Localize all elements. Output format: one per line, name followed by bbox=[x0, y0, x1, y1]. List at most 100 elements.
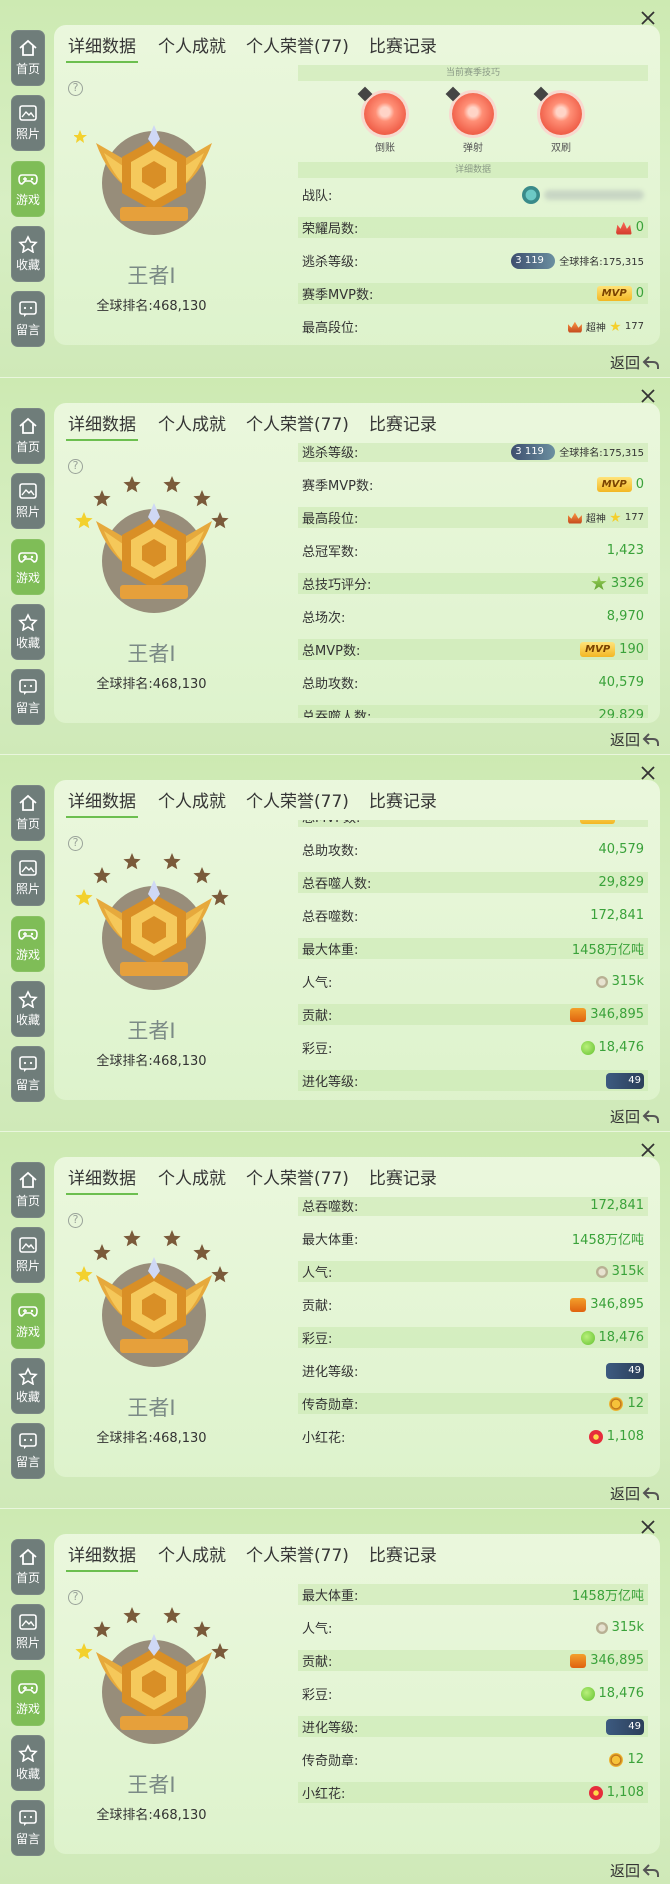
stats-list[interactable]: 逃杀等级: 3 119 全球排名:175,315 赛季MVP数: MVP 0 最高段位: 超神… bbox=[298, 443, 648, 718]
stats-list[interactable]: 最大体重: 1458万亿吨 人气: 315k 贡献: 346,895 彩豆: 18,476 进化… bbox=[298, 1574, 648, 1849]
tab-matches[interactable]: 比赛记录 bbox=[369, 1164, 437, 1195]
stat-row: 总MVP数: MVP190 bbox=[298, 633, 648, 666]
mvp-badge-icon: MVP bbox=[580, 820, 616, 824]
nav-home[interactable]: 首页 bbox=[11, 1539, 45, 1595]
nav-photos[interactable]: 照片 bbox=[11, 95, 45, 152]
row-label: 最大体重: bbox=[302, 943, 359, 958]
tab-honors[interactable]: 个人荣誉(77) bbox=[246, 410, 349, 441]
row-label: 总技巧评分: bbox=[302, 578, 372, 593]
tab-achievements[interactable]: 个人成就 bbox=[158, 1541, 226, 1572]
back-button[interactable]: 返回 bbox=[610, 1860, 660, 1881]
help-icon[interactable]: ? bbox=[68, 836, 83, 851]
nav-photos[interactable]: 照片 bbox=[11, 1604, 45, 1661]
nav-games[interactable]: 游戏 bbox=[11, 1292, 45, 1349]
kill-level: 119 bbox=[524, 254, 544, 266]
skill-item[interactable]: 弹射 bbox=[443, 93, 503, 154]
row-label: 赛季MVP数: bbox=[302, 288, 374, 303]
back-button[interactable]: 返回 bbox=[610, 1106, 660, 1127]
nav-games[interactable]: 游戏 bbox=[11, 1669, 45, 1726]
nav-home[interactable]: 首页 bbox=[11, 30, 45, 86]
tab-detail[interactable]: 详细数据 bbox=[66, 1164, 138, 1195]
row-value: 1458万亿吨 bbox=[572, 1229, 644, 1248]
help-icon[interactable]: ? bbox=[68, 1590, 83, 1605]
back-button[interactable]: 返回 bbox=[610, 352, 660, 373]
row-label: 贡献: bbox=[302, 1009, 333, 1024]
message-icon bbox=[19, 1433, 37, 1449]
tab-bar: 详细数据 个人成就 个人荣誉(77) 比赛记录 bbox=[66, 32, 457, 63]
tab-detail[interactable]: 详细数据 bbox=[66, 1541, 138, 1572]
stat-row: 小红花: 1,108 bbox=[298, 1776, 648, 1809]
stats-list[interactable]: 总吞噬数: 172,841 最大体重: 1458万亿吨 人气: 315k 贡献: 346,89… bbox=[298, 1197, 648, 1472]
nav-photos[interactable]: 照片 bbox=[11, 473, 45, 530]
nav-favorites[interactable]: 收藏 bbox=[11, 603, 45, 660]
bean-value: 18,476 bbox=[598, 1040, 645, 1055]
help-icon[interactable]: ? bbox=[68, 459, 83, 474]
nav-home[interactable]: 首页 bbox=[11, 785, 45, 841]
nav-favorites[interactable]: 收藏 bbox=[11, 1357, 45, 1414]
row-label: 最高段位: bbox=[302, 321, 359, 336]
nav-home[interactable]: 首页 bbox=[11, 1162, 45, 1218]
stats-list[interactable]: 当前赛季技巧 倒账 弹射 双刷 详细数据 战队: 荣耀局数: 0 逃杀等级: 3 119 全球排名:… bbox=[298, 65, 648, 340]
help-icon[interactable]: ? bbox=[68, 81, 83, 96]
tab-detail[interactable]: 详细数据 bbox=[66, 32, 138, 63]
nav-games[interactable]: 游戏 bbox=[11, 160, 45, 217]
help-icon[interactable]: ? bbox=[68, 1213, 83, 1228]
nav-favorites[interactable]: 收藏 bbox=[11, 225, 45, 282]
stats-list[interactable]: 总MVP数: MVP190 总助攻数: 40,579 总吞噬人数: 29,829 总吞噬数:… bbox=[298, 820, 648, 1095]
pop-value: 315k bbox=[611, 1620, 644, 1635]
tab-achievements[interactable]: 个人成就 bbox=[158, 1164, 226, 1195]
legend-value: 12 bbox=[627, 1752, 644, 1767]
nav-messages[interactable]: 留言 bbox=[11, 669, 45, 725]
tab-matches[interactable]: 比赛记录 bbox=[369, 410, 437, 441]
row-label: 最高段位: bbox=[302, 512, 359, 527]
nav-messages[interactable]: 留言 bbox=[11, 1423, 45, 1479]
stat-row: 战队: bbox=[298, 178, 648, 211]
skill-item[interactable]: 倒账 bbox=[355, 93, 415, 154]
nav-messages[interactable]: 留言 bbox=[11, 291, 45, 347]
tab-matches[interactable]: 比赛记录 bbox=[369, 32, 437, 63]
rank-star-icon bbox=[193, 1244, 211, 1261]
nav-photos[interactable]: 照片 bbox=[11, 1227, 45, 1284]
row-value: 8,970 bbox=[607, 609, 644, 624]
weight-value: 1458万亿吨 bbox=[571, 1589, 644, 1604]
row-value: 1458万亿吨 bbox=[572, 939, 644, 958]
team-name-redacted bbox=[544, 189, 644, 200]
back-button[interactable]: 返回 bbox=[610, 729, 660, 750]
tab-detail[interactable]: 详细数据 bbox=[66, 787, 138, 818]
back-button[interactable]: 返回 bbox=[610, 1483, 660, 1504]
tab-achievements[interactable]: 个人成就 bbox=[158, 410, 226, 441]
nav-games[interactable]: 游戏 bbox=[11, 915, 45, 972]
tab-honors[interactable]: 个人荣誉(77) bbox=[246, 1541, 349, 1572]
kill-global-rank: 全球排名:175,315 bbox=[559, 448, 644, 459]
nav-games[interactable]: 游戏 bbox=[11, 538, 45, 595]
tab-matches[interactable]: 比赛记录 bbox=[369, 787, 437, 818]
tab-honors[interactable]: 个人荣誉(77) bbox=[246, 1164, 349, 1195]
tab-detail[interactable]: 详细数据 bbox=[66, 410, 138, 441]
nav-photos[interactable]: 照片 bbox=[11, 850, 45, 907]
rank-badge-emblem bbox=[75, 1230, 229, 1367]
tab-honors[interactable]: 个人荣誉(77) bbox=[246, 787, 349, 818]
stat-row: 总吞噬人数: 29,829 bbox=[298, 866, 648, 899]
photo-icon bbox=[19, 1614, 37, 1631]
tab-matches[interactable]: 比赛记录 bbox=[369, 1541, 437, 1572]
rank-star-icon bbox=[123, 1230, 141, 1247]
rank-star-icon bbox=[75, 512, 93, 529]
rank-title: 王者Ⅰ bbox=[127, 1019, 176, 1043]
nav-favorites[interactable]: 收藏 bbox=[11, 980, 45, 1037]
bean-icon bbox=[580, 1330, 595, 1345]
nav-favorites[interactable]: 收藏 bbox=[11, 1734, 45, 1791]
nav-messages[interactable]: 留言 bbox=[11, 1046, 45, 1102]
profile-card: 详细数据 个人成就 个人荣誉(77) 比赛记录 ? 王者Ⅰ 全球排名:468,1… bbox=[54, 1157, 660, 1477]
row-label: 总吞噬人数: bbox=[302, 877, 372, 892]
tab-achievements[interactable]: 个人成就 bbox=[158, 32, 226, 63]
nav-messages[interactable]: 留言 bbox=[11, 1800, 45, 1856]
nav-label: 收藏 bbox=[15, 1012, 40, 1027]
skill-item[interactable]: 双刷 bbox=[531, 93, 591, 154]
row-value: 49 bbox=[606, 1072, 644, 1089]
rank-star-icon bbox=[163, 476, 181, 493]
stat-row: 人气: 315k bbox=[298, 1255, 648, 1288]
rank-star-icon bbox=[75, 1266, 93, 1283]
tab-honors[interactable]: 个人荣誉(77) bbox=[246, 32, 349, 63]
nav-home[interactable]: 首页 bbox=[11, 408, 45, 464]
tab-achievements[interactable]: 个人成就 bbox=[158, 787, 226, 818]
